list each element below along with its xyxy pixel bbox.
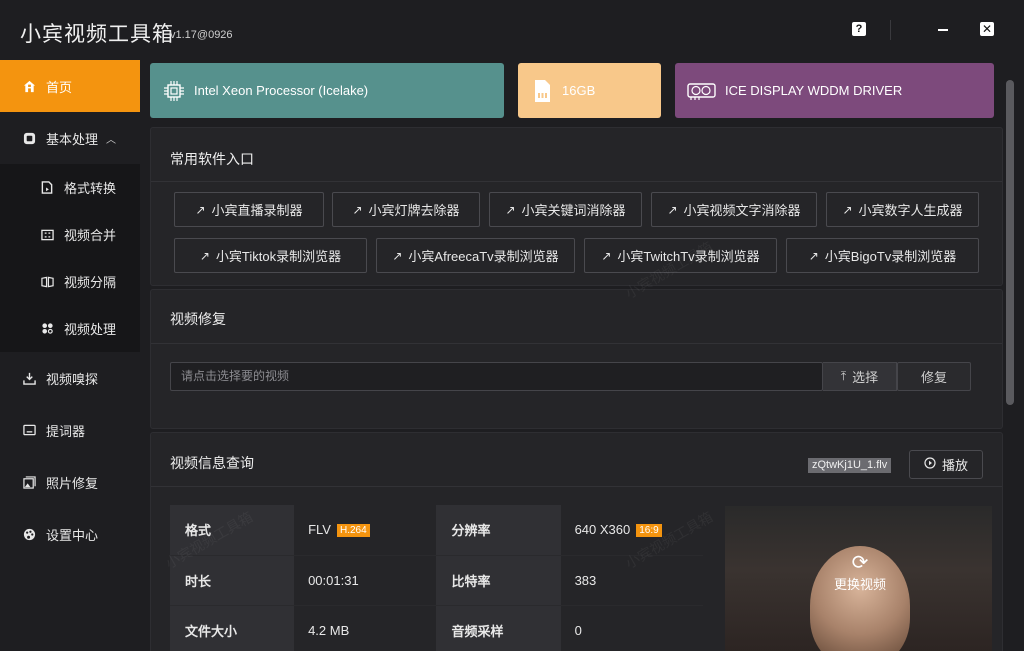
arrow-up-right-icon: ↗ — [808, 248, 819, 263]
sidebar-item-photo-repair[interactable]: 照片修复 — [0, 456, 140, 508]
sidebar-item-label: 提词器 — [46, 423, 86, 439]
merge-icon — [40, 228, 54, 242]
titlebar-divider — [890, 20, 891, 40]
sidebar-item-basic[interactable]: 基本处理 ︿ — [0, 112, 140, 164]
arrow-up-right-icon: ↗ — [601, 248, 612, 263]
software-button[interactable]: ↗ 小宾直播录制器 — [174, 192, 324, 227]
repair-panel: 视频修复 请点击选择要的视频 ⤒ 选择 修复 — [150, 289, 1003, 429]
repair-button[interactable]: 修复 — [897, 362, 971, 391]
play-button[interactable]: 播放 — [909, 450, 983, 479]
upload-icon: ⤒ — [840, 369, 847, 383]
download-icon — [22, 371, 36, 385]
sidebar-item-label: 视频嗅探 — [46, 371, 99, 387]
sidebar-item-sniff[interactable]: 视频嗅探 — [0, 352, 140, 404]
arrow-up-right-icon: ↗ — [842, 202, 853, 217]
duration-value: 00:01:31 — [294, 555, 437, 606]
sidebar: 首页 基本处理 ︿ 格式转换 视频合并 视频分隔 视频处理 视频嗅探 提词器 照… — [0, 60, 140, 651]
table-row: 文件大小 4.2 MB 音频采样 0 — [170, 605, 703, 651]
photo-icon — [22, 475, 36, 489]
app-title: 小宾视频工具箱 — [20, 23, 174, 46]
arrow-up-right-icon: ↗ — [392, 248, 403, 263]
file-name-tag: zQtwKj1U_1.flv — [808, 458, 892, 473]
cpu-icon — [162, 79, 186, 103]
gpu-icon — [687, 79, 717, 103]
close-button[interactable]: ✕ — [980, 22, 994, 36]
chevron-up-icon: ︿ — [106, 134, 117, 146]
sidebar-item-label: 视频合并 — [64, 228, 117, 243]
app-version: v1.17@0926 — [170, 29, 233, 41]
video-info-panel: 视频信息查询 zQtwKj1U_1.flv 播放 格式 FLV H.264 分辨率… — [150, 432, 1003, 651]
file-size-key: 文件大小 — [170, 605, 295, 651]
help-button[interactable]: ? — [852, 22, 866, 36]
video-info-title: 视频信息查询 — [170, 455, 254, 471]
format-value: FLV H.264 — [294, 505, 437, 556]
cpu-card: Intel Xeon Processor (Icelake) — [150, 63, 504, 118]
memory-card: 16GB — [518, 63, 661, 118]
teleprompter-icon — [22, 423, 36, 437]
panel-divider — [151, 343, 1002, 344]
refresh-icon: ⟳ — [851, 552, 869, 574]
arrow-up-right-icon: ↗ — [195, 202, 206, 217]
sidebar-item-merge[interactable]: 视频合并 — [0, 211, 140, 258]
software-button[interactable]: ↗ 小宾视频文字消除器 — [651, 192, 817, 227]
sidebar-item-home[interactable]: 首页 — [0, 60, 140, 112]
play-icon — [924, 457, 936, 472]
resolution-key: 分辨率 — [436, 505, 561, 556]
software-panel-title: 常用软件入口 — [170, 151, 254, 167]
main-content: Intel Xeon Processor (Icelake) 16GB ICE … — [140, 60, 1006, 651]
minimize-button[interactable] — [936, 22, 950, 36]
split-icon — [40, 275, 54, 289]
memory-card-icon — [530, 79, 554, 103]
file-size-value: 4.2 MB — [294, 605, 437, 651]
software-button[interactable]: ↗ 小宾AfreecaTv录制浏览器 — [376, 238, 575, 273]
software-button[interactable]: ↗ 小宾Tiktok录制浏览器 — [174, 238, 367, 273]
video-preview[interactable]: ⟳ 更换视频 — [725, 506, 992, 651]
arrow-up-right-icon: ↗ — [199, 248, 210, 263]
change-video-label: 更换视频 — [833, 577, 886, 592]
palette-icon — [22, 527, 36, 541]
arrow-up-right-icon: ↗ — [667, 202, 678, 217]
gpu-label: ICE DISPLAY WDDM DRIVER — [725, 83, 903, 98]
memory-label: 16GB — [562, 83, 596, 98]
panel-divider — [151, 486, 1002, 487]
audio-sample-key: 音频采样 — [436, 605, 561, 651]
arrow-up-right-icon: ↗ — [352, 202, 363, 217]
cpu-label: Intel Xeon Processor (Icelake) — [194, 83, 369, 98]
sidebar-item-process[interactable]: 视频处理 — [0, 305, 140, 352]
software-button[interactable]: ↗ 小宾灯牌去除器 — [332, 192, 480, 227]
sidebar-item-label: 视频分隔 — [64, 275, 117, 290]
title-bar: 小宾视频工具箱 v1.17@0926 ? ✕ — [0, 0, 1024, 60]
file-convert-icon — [40, 181, 54, 195]
sidebar-item-teleprompter[interactable]: 提词器 — [0, 404, 140, 456]
software-button[interactable]: ↗ 小宾数字人生成器 — [826, 192, 979, 227]
codec-badge: H.264 — [336, 524, 370, 538]
software-panel: 常用软件入口 ↗ 小宾直播录制器 ↗ 小宾灯牌去除器 ↗ 小宾关键词消除器 ↗ 小宾视频… — [150, 127, 1003, 286]
video-file-input[interactable]: 请点击选择要的视频 — [170, 362, 823, 391]
sidebar-item-label: 照片修复 — [46, 475, 99, 491]
software-button[interactable]: ↗ 小宾关键词消除器 — [489, 192, 642, 227]
arrow-up-right-icon: ↗ — [505, 202, 516, 217]
sidebar-item-label: 格式转换 — [64, 181, 117, 196]
sidebar-item-format-convert[interactable]: 格式转换 — [0, 164, 140, 211]
sidebar-item-label: 设置中心 — [46, 527, 99, 543]
change-video-button[interactable]: ⟳ 更换视频 — [825, 552, 895, 593]
panel-divider — [151, 181, 1002, 182]
table-row: 时长 00:01:31 比特率 383 — [170, 555, 703, 606]
sidebar-item-label: 基本处理 — [46, 131, 99, 147]
sidebar-item-split[interactable]: 视频分隔 — [0, 258, 140, 305]
repair-panel-title: 视频修复 — [170, 311, 226, 327]
process-icon — [40, 322, 54, 336]
sidebar-item-settings[interactable]: 设置中心 — [0, 508, 140, 560]
sidebar-item-label: 视频处理 — [64, 322, 117, 337]
sidebar-item-label: 首页 — [46, 79, 73, 95]
bitrate-key: 比特率 — [436, 555, 561, 606]
submenu: 格式转换 视频合并 视频分隔 视频处理 — [0, 164, 140, 352]
home-icon — [22, 79, 36, 93]
scrollbar-thumb[interactable] — [1006, 80, 1014, 405]
audio-sample-value: 0 — [560, 605, 703, 651]
select-button[interactable]: ⤒ 选择 — [823, 362, 897, 391]
gpu-card: ICE DISPLAY WDDM DRIVER — [675, 63, 994, 118]
software-button[interactable]: ↗ 小宾BigoTv录制浏览器 — [786, 238, 979, 273]
box-icon — [22, 131, 36, 145]
